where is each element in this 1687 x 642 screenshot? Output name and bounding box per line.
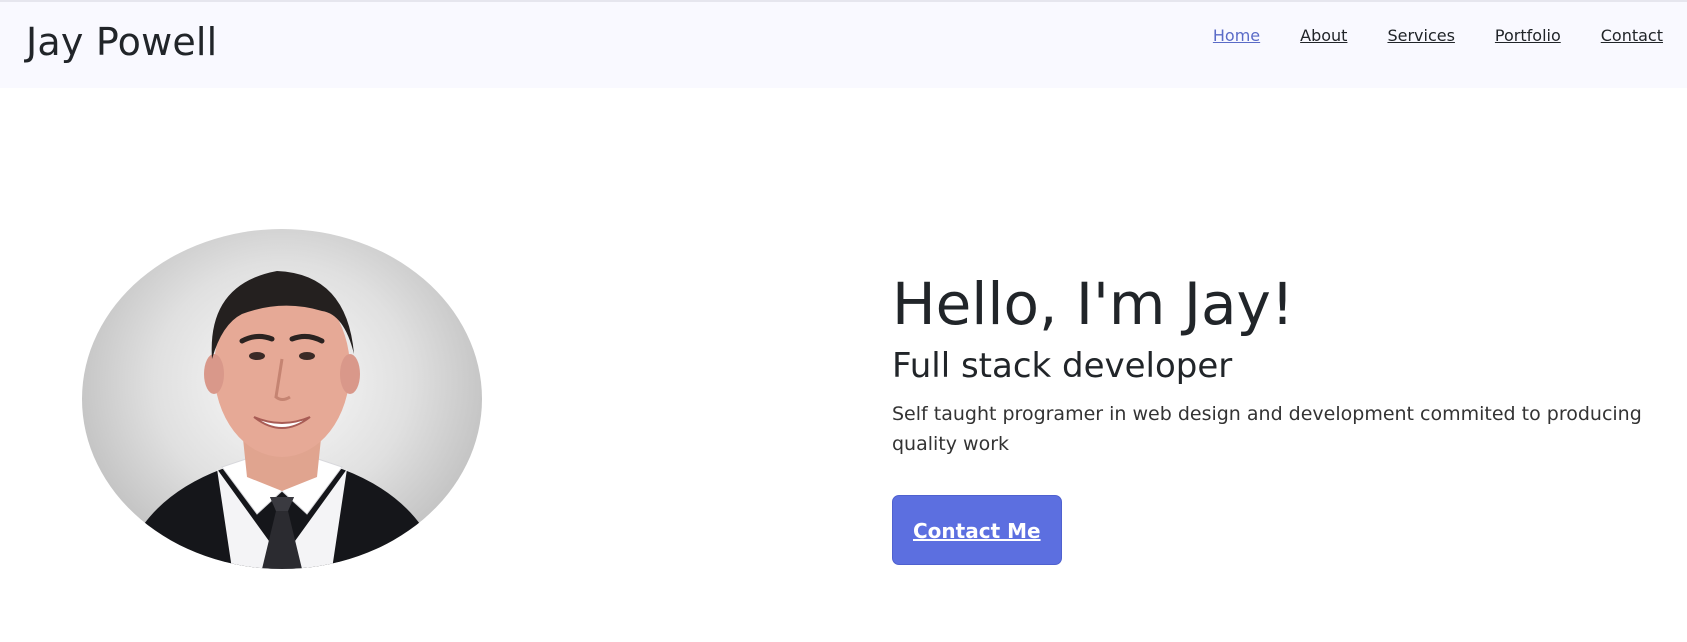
nav-link-contact[interactable]: Contact bbox=[1601, 26, 1663, 45]
brand-logo[interactable]: Jay Powell bbox=[26, 20, 217, 64]
person-portrait-icon bbox=[122, 271, 442, 569]
hero-text-block: Hello, I'm Jay! Full stack developer Sel… bbox=[892, 270, 1672, 566]
navbar: Jay Powell Home About Services Portfolio… bbox=[0, 0, 1687, 88]
nav-link-services[interactable]: Services bbox=[1387, 26, 1454, 45]
hero-subtitle: Full stack developer bbox=[892, 345, 1233, 386]
nav-link-portfolio[interactable]: Portfolio bbox=[1495, 26, 1561, 45]
nav-link-home[interactable]: Home bbox=[1213, 26, 1260, 45]
nav-link-about[interactable]: About bbox=[1300, 26, 1347, 45]
profile-photo bbox=[82, 229, 482, 569]
contact-me-button[interactable]: Contact Me bbox=[892, 495, 1062, 566]
nav-links: Home About Services Portfolio Contact bbox=[1213, 26, 1663, 45]
hero-title: Hello, I'm Jay! bbox=[892, 270, 1295, 338]
hero-description: Self taught programer in web design and … bbox=[892, 403, 1642, 455]
